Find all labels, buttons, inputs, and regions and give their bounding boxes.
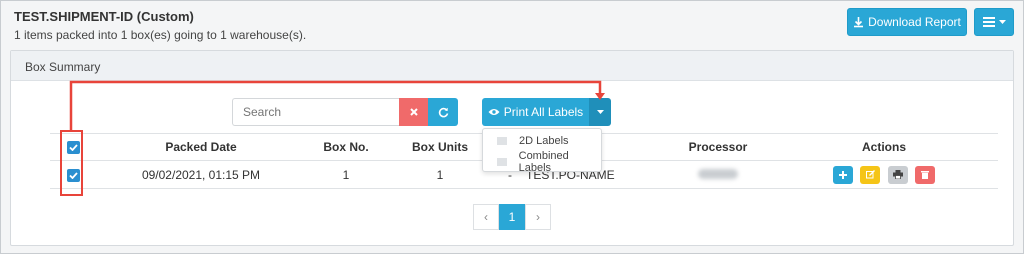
print-options-toggle[interactable] [589,98,611,126]
refresh-icon [438,107,448,117]
download-report-button[interactable]: Download Report [847,8,967,36]
label-icon [497,136,507,145]
processor-cell [666,160,770,189]
print-option-label: Combined Labels [518,149,569,174]
annotation-highlight-box [60,130,83,196]
box-units-cell: 1 [386,160,494,189]
blurred-processor [698,168,738,179]
page-header: TEST.SHIPMENT-ID (Custom) 1 items packed… [14,9,306,42]
column-header-processor[interactable]: Processor [666,133,770,161]
pagination: ‹ 1 › [473,204,551,230]
print-button[interactable] [887,165,908,184]
print-all-labels-label: Print All Labels [503,105,584,119]
page-title: TEST.SHIPMENT-ID (Custom) [14,9,194,24]
menu-button[interactable] [974,8,1014,36]
column-header-box-units[interactable]: Box Units [386,133,494,161]
caret-down-icon [998,20,1006,24]
edit-button[interactable] [860,165,881,184]
download-report-label: Download Report [868,15,961,29]
column-header-box-no[interactable]: Box No. [306,133,386,161]
print-option-combined-labels[interactable]: Combined Labels [483,149,601,174]
refresh-button[interactable] [428,98,458,126]
print-options-menu: 2D Labels Combined Labels [482,128,602,174]
print-option-2d-labels[interactable]: 2D Labels [483,131,601,150]
print-all-labels-button[interactable]: Print All Labels [482,98,589,126]
printer-icon [892,170,903,179]
add-button[interactable] [832,165,853,184]
column-header-actions: Actions [770,133,998,161]
search-input[interactable] [232,98,399,126]
panel-heading: Box Summary [11,51,1013,81]
label-icon [497,157,507,166]
packed-date-cell: 09/02/2021, 01:15 PM [96,160,306,189]
pagination-prev[interactable]: ‹ [473,204,499,230]
eye-icon [488,109,500,115]
caret-down-icon [596,110,604,114]
hamburger-icon [982,17,995,27]
close-icon [409,108,418,116]
edit-icon [865,170,875,179]
plus-icon [838,170,847,179]
pagination-next[interactable]: › [525,204,551,230]
trash-icon [921,171,930,179]
column-header-packed-date[interactable]: Packed Date [96,133,306,161]
download-icon [854,16,864,27]
delete-button[interactable] [915,165,936,184]
clear-search-button[interactable] [399,98,428,126]
page-subtitle: 1 items packed into 1 box(es) going to 1… [14,28,307,42]
print-option-label: 2D Labels [519,134,569,147]
box-no-cell: 1 [306,160,386,189]
actions-cell [770,160,998,189]
pagination-page-current[interactable]: 1 [499,204,525,230]
